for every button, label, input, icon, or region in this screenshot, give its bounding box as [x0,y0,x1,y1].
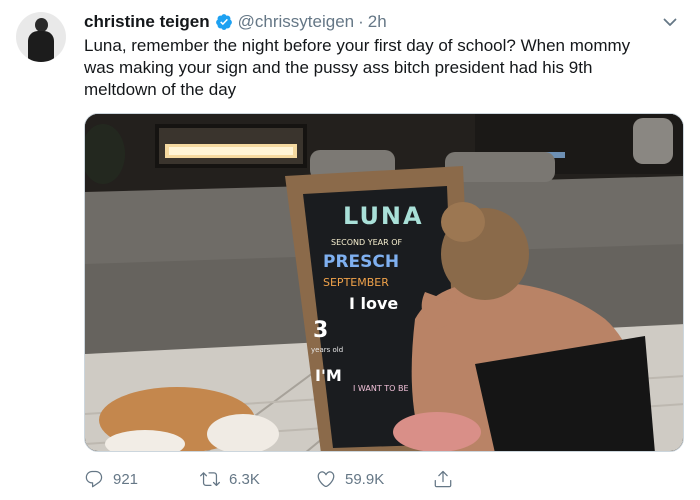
avatar[interactable] [16,12,66,62]
tweet-header: christine teigen @chrissyteigen · 2h [84,11,387,33]
tweet-text-line: meltdown of the day [84,80,237,99]
share-icon [434,470,452,488]
reply-button[interactable]: 921 [84,466,138,492]
handle[interactable]: @chrissyteigen [238,12,354,32]
retweet-button[interactable]: 6.3K [200,466,260,492]
separator-dot: · [358,12,364,31]
reply-count: 921 [113,470,139,488]
tweet-photo[interactable]: LUNA SECOND YEAR OF PRESCH SEPTEMBER I l… [84,113,684,452]
share-button[interactable] [433,466,462,492]
retweet-count: 6.3K [229,470,260,488]
reply-icon [85,470,103,488]
chalk-line: 3 [313,318,329,343]
timestamp[interactable]: 2h [368,12,387,32]
chalk-line: I WANT TO BE [353,384,409,393]
chalk-line: SEPTEMBER [323,276,389,289]
heart-icon [317,471,335,488]
verified-badge-icon [215,14,232,30]
avatar-body [28,31,54,62]
chalk-line: SECOND YEAR OF [331,238,403,247]
chalkboard-text: LUNA SECOND YEAR OF PRESCH SEPTEMBER I l… [309,196,445,436]
like-count: 59.9K [345,470,385,488]
chalk-line: PRESCH [323,252,400,272]
chevron-down-icon[interactable] [662,14,678,30]
tweet[interactable]: christine teigen @chrissyteigen · 2h Lun… [0,0,700,500]
avatar-head [35,18,48,32]
chalk-line: I love [349,294,399,313]
tweet-actions: 921 6.3K 59.9K [84,466,504,492]
display-name[interactable]: christine teigen [84,12,210,32]
chalk-title: LUNA [343,202,424,230]
retweet-icon [200,472,220,487]
tweet-text-line: Luna, remember the night before your fir… [84,36,631,55]
tweet-text: Luna, remember the night before your fir… [84,35,684,101]
chalk-line: years old [311,346,344,354]
chalk-line: I'M [315,366,342,385]
tweet-text-line: was making your sign and the pussy ass b… [84,58,593,77]
like-button[interactable]: 59.9K [316,466,384,492]
